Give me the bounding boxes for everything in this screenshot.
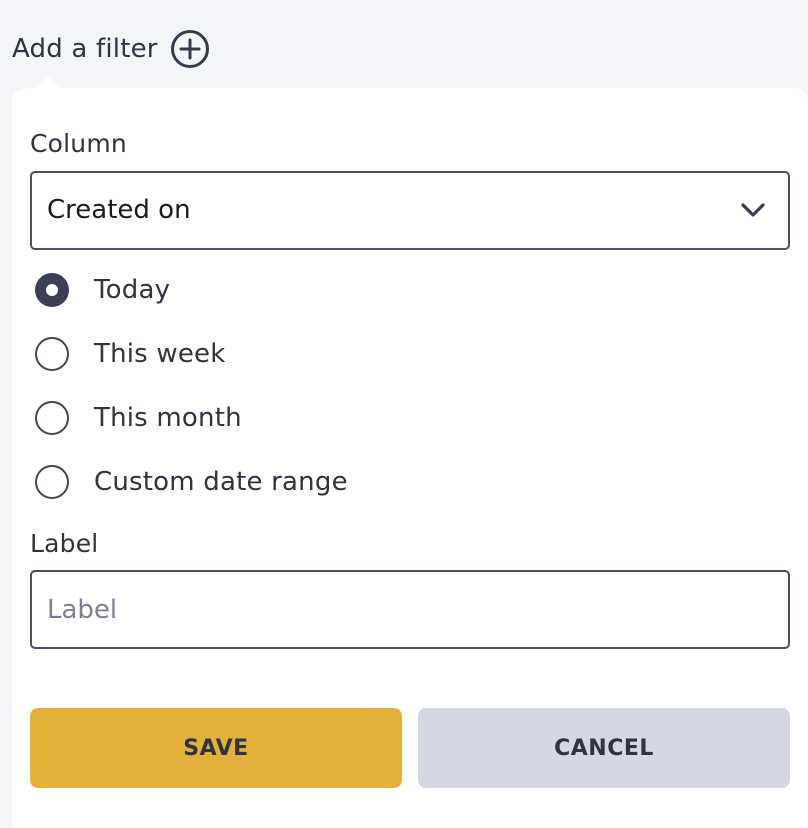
radio-button[interactable] (35, 337, 69, 371)
column-select[interactable]: Created on (30, 171, 790, 250)
label-input[interactable] (30, 570, 790, 649)
radio-button[interactable] (35, 465, 69, 499)
plus-circle-icon[interactable] (170, 29, 210, 69)
radio-button[interactable] (35, 401, 69, 435)
cancel-button[interactable]: CANCEL (418, 708, 790, 788)
radio-label: Custom date range (94, 467, 348, 497)
radio-button-checked[interactable] (35, 273, 69, 307)
radio-option-custom-date-range[interactable]: Custom date range (35, 462, 348, 502)
radio-option-today[interactable]: Today (35, 270, 170, 310)
chevron-down-icon (741, 203, 765, 217)
column-select-value: Created on (47, 195, 191, 225)
column-label: Column (30, 129, 127, 158)
add-filter-label: Add a filter (12, 34, 158, 64)
radio-option-this-month[interactable]: This month (35, 398, 242, 438)
radio-option-this-week[interactable]: This week (35, 334, 226, 374)
radio-label: This month (94, 403, 242, 433)
add-filter-button[interactable]: Add a filter (12, 27, 210, 71)
radio-label: This week (94, 339, 226, 369)
radio-label: Today (94, 275, 171, 305)
label-field-label: Label (30, 529, 99, 558)
radio-dot (46, 284, 58, 296)
save-button[interactable]: SAVE (30, 708, 402, 788)
